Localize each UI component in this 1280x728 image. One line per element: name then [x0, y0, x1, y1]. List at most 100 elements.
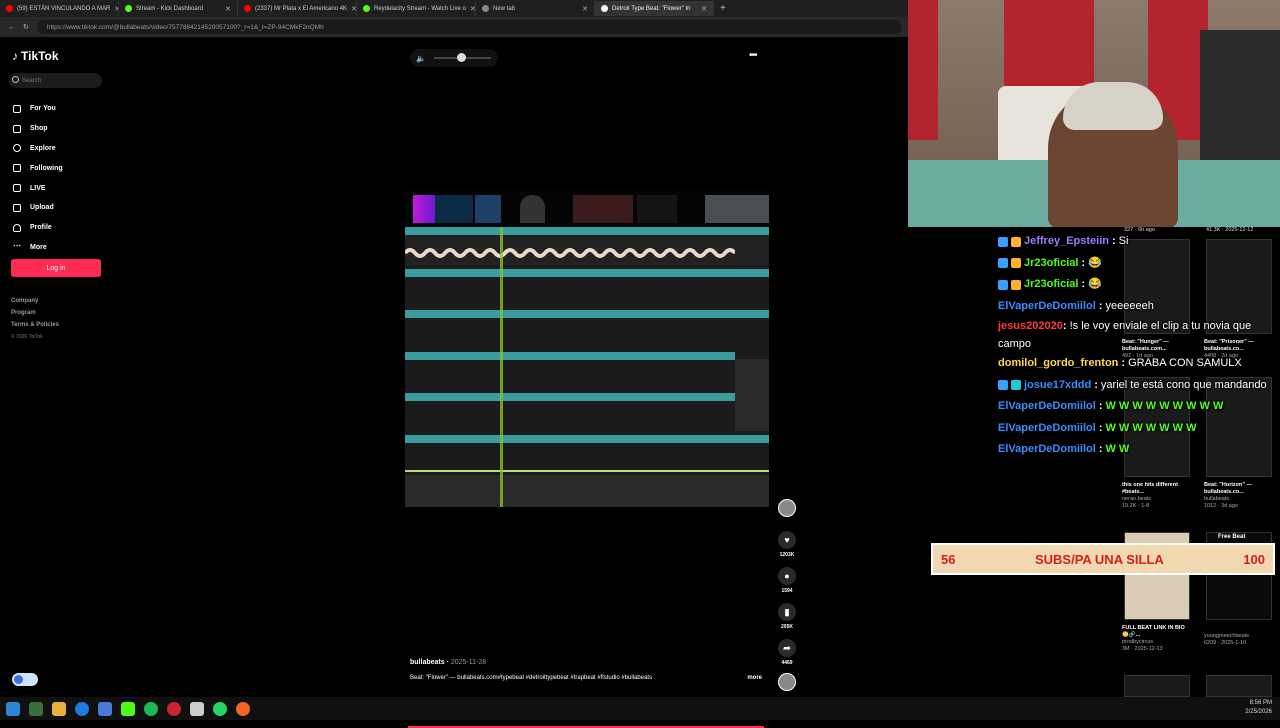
like-action[interactable]: ♥ 1203K [776, 531, 798, 558]
close-icon[interactable]: ✕ [701, 5, 707, 13]
footer-link-company[interactable]: Company [11, 295, 59, 307]
sidebar-item-for-you[interactable]: For You [13, 99, 63, 119]
track-lane [405, 227, 769, 235]
url-field[interactable]: https://www.tiktok.com/@bullabeats/video… [36, 20, 902, 34]
track-lane [405, 269, 769, 277]
video-card-text[interactable]: this one hits different #beats... nerao.b… [1122, 482, 1192, 510]
app-icon[interactable] [29, 701, 43, 716]
following-icon [13, 164, 21, 173]
comment-action[interactable]: ● 1594 [776, 567, 798, 594]
video-card-text[interactable]: Beat: "Horizon" — bullabeats.co... bullab… [1204, 482, 1276, 510]
creator-avatar[interactable] [778, 499, 796, 517]
save-action[interactable]: ▮ 205K [776, 603, 798, 630]
stream-chat: Jeffrey_Epsteiin: Si Jr23oficial: 😂 Jr23of… [998, 231, 1280, 461]
chat-message: ElVaperDeDomiilol: W W [998, 443, 1130, 455]
bookmark-icon[interactable]: ▮ [778, 603, 796, 621]
browser-tab[interactable]: New tab ✕ [476, 1, 595, 16]
tiktok-note-icon: ♪ [12, 49, 18, 63]
sidebar-item-explore[interactable]: Explore [13, 139, 63, 159]
video-thumbnail[interactable] [1124, 675, 1190, 697]
tiktok-page: ♪ TikTok Search For You Shop Explore Foll… [0, 37, 908, 728]
video-thumbnail[interactable] [1206, 675, 1272, 697]
file-explorer-icon[interactable] [52, 701, 66, 716]
back-icon[interactable]: ← [8, 24, 15, 31]
plugin-thumb [435, 195, 473, 223]
plugin-thumb [475, 195, 501, 223]
footer-link-program[interactable]: Program [11, 307, 59, 319]
sidebar-item-shop[interactable]: Shop [13, 119, 63, 139]
system-clock[interactable]: 8:56 PM 2/25/2026 [1245, 699, 1272, 717]
badge-icon [1011, 279, 1021, 290]
obs-icon[interactable] [167, 701, 181, 716]
browser-tab[interactable]: Reydelacity Stream - Watch Live o ✕ [357, 1, 476, 16]
author-name[interactable]: bullabeats [410, 659, 445, 666]
copyright-text: © 2026 TikTok [11, 334, 43, 340]
windows-start-icon[interactable] [6, 701, 20, 716]
close-icon[interactable]: ✕ [470, 5, 475, 13]
chat-message: Jeffrey_Epsteiin: Si [998, 231, 1280, 253]
free-beat-label: Free Beat [1218, 534, 1246, 540]
webcam-curtain [908, 0, 938, 140]
profile-icon [13, 223, 21, 232]
login-button[interactable]: Log in [11, 259, 101, 277]
comment-icon[interactable]: ● [778, 567, 796, 585]
sidebar-item-profile[interactable]: Profile [13, 218, 63, 238]
webcam-curtain [1004, 0, 1094, 86]
spotify-icon[interactable] [144, 701, 158, 716]
favicon-icon [601, 5, 608, 12]
footer-links: Company Program Terms & Policies © 2026 … [11, 295, 59, 343]
description-line: Beat: "Flower" — bullabeats.com#typebeat… [410, 675, 762, 681]
tiktok-logo[interactable]: ♪ TikTok [12, 49, 59, 63]
music-disc-icon[interactable] [778, 673, 796, 691]
sidebar-item-live[interactable]: LIVE [13, 178, 63, 198]
volume-knob[interactable] [457, 53, 466, 62]
plugin-thumb [573, 195, 633, 223]
favicon-icon [244, 5, 251, 12]
close-icon[interactable]: ✕ [582, 5, 588, 13]
video-card-text[interactable]: youngmeechbeats 6209 · 2025-1-10 [1204, 633, 1276, 647]
plugin-thumb [705, 195, 769, 223]
app-icon[interactable] [236, 701, 250, 716]
plugin-thumb [520, 195, 545, 223]
sidebar-item-upload[interactable]: Upload [13, 198, 63, 218]
footer-link-terms[interactable]: Terms & Policies [11, 319, 59, 331]
favicon-icon [482, 5, 489, 12]
track-lane [405, 435, 769, 443]
share-action[interactable]: ➦ 4469 [776, 639, 798, 666]
plugin-strip [405, 191, 769, 227]
new-tab-button[interactable]: + [714, 3, 726, 14]
badge-icon [998, 258, 1008, 269]
video-player[interactable] [405, 191, 769, 507]
badge-icon [998, 279, 1008, 290]
live-icon [13, 184, 21, 193]
browser-tab-active[interactable]: Detroit Type Beat: "Flower" In ✕ [595, 1, 714, 16]
webcam-headwrap [1063, 82, 1163, 130]
browser-icon[interactable] [75, 701, 89, 716]
compass-icon [13, 144, 21, 153]
share-icon[interactable]: ➦ [778, 639, 796, 657]
whatsapp-icon[interactable] [213, 701, 227, 716]
kick-icon[interactable] [121, 701, 135, 716]
search-icon [12, 76, 19, 83]
app-icon[interactable] [190, 701, 204, 716]
theme-toggle[interactable] [12, 673, 38, 686]
more-link[interactable]: more [747, 675, 762, 681]
close-icon[interactable]: ✕ [225, 5, 231, 13]
browser-tab[interactable]: (59) ESTÁN VINCULANDO A MAR✕ [0, 1, 119, 16]
browser-tab[interactable]: (2337) Mr Plata x El Americano 4K ✕ [238, 1, 357, 16]
chat-message: Jr23oficial: 😂 [998, 253, 1280, 275]
speaker-icon[interactable]: 🔈 [416, 54, 426, 63]
browser-tab[interactable]: Stream - Kick Dashboard ✕ [119, 1, 238, 16]
sidebar-item-more[interactable]: ⋯ More [13, 238, 63, 258]
chat-message: ElVaperDeDomiilol: yeeeeeeh [998, 299, 1154, 312]
volume-control[interactable]: 🔈 [410, 49, 498, 67]
reload-icon[interactable]: ↻ [23, 23, 29, 31]
search-input[interactable]: Search [9, 73, 102, 88]
more-options-icon[interactable]: ••• [749, 50, 757, 61]
sidebar-item-following[interactable]: Following [13, 158, 63, 178]
app-icon[interactable] [98, 701, 112, 716]
video-card-text[interactable]: FULL BEAT LINK IN BIO 😳🔗... prodbycircus 3… [1122, 625, 1192, 653]
comment-count: 1594 [781, 588, 793, 594]
author-line: bullabeats · 2025-11-28 [410, 659, 487, 666]
heart-icon[interactable]: ♥ [778, 531, 796, 549]
